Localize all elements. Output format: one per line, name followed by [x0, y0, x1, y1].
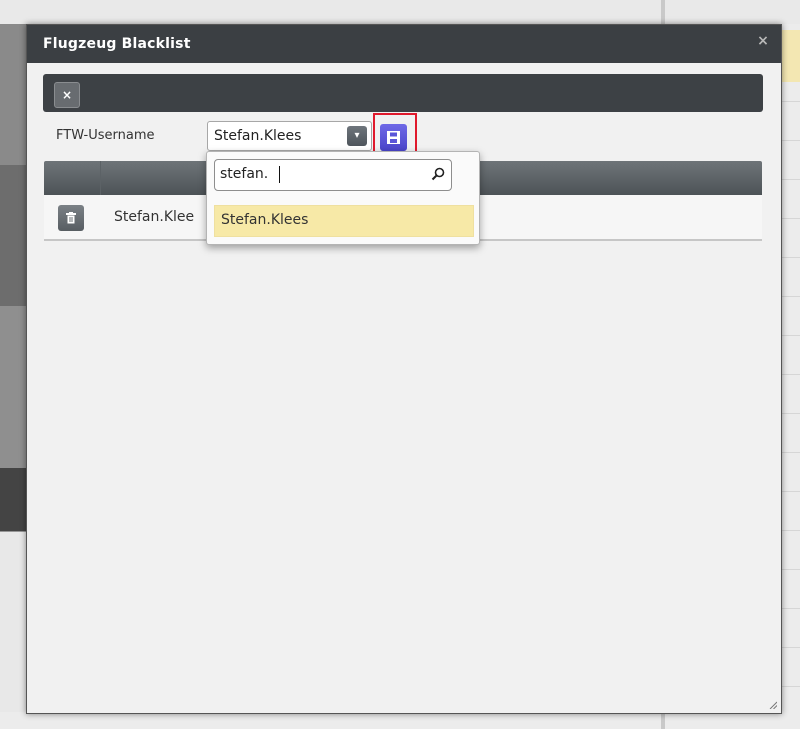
- search-icon: [431, 167, 445, 181]
- username-select-value: Stefan.Klees: [214, 128, 302, 144]
- username-select[interactable]: Stefan.Klees ▾: [207, 121, 372, 151]
- toolbar-close-button[interactable]: ×: [54, 82, 80, 108]
- dropdown-search-box[interactable]: [214, 159, 452, 191]
- background-app-top: [0, 0, 800, 24]
- delete-button[interactable]: [58, 205, 84, 231]
- blacklist-dialog: Flugzeug Blacklist × × FTW-Username Stef…: [26, 24, 782, 714]
- toolbar: ×: [43, 74, 763, 112]
- background-app-bottom: [0, 712, 800, 729]
- dialog-titlebar[interactable]: Flugzeug Blacklist ×: [27, 25, 781, 63]
- dropdown-option-label: Stefan.Klees: [221, 212, 309, 228]
- dialog-close-button[interactable]: ×: [755, 33, 771, 49]
- dialog-title: Flugzeug Blacklist: [43, 36, 191, 52]
- dropdown-search-input[interactable]: [220, 160, 425, 188]
- background-highlight: [780, 30, 800, 82]
- grid-header-divider: [100, 161, 101, 195]
- username-dropdown: Stefan.Klees: [206, 151, 480, 245]
- trash-icon: [66, 212, 76, 224]
- save-icon: [387, 131, 400, 144]
- dropdown-option[interactable]: Stefan.Klees: [214, 205, 474, 237]
- background-divider: [661, 712, 665, 729]
- background-divider: [661, 0, 665, 24]
- save-button[interactable]: [380, 124, 407, 151]
- username-label: FTW-Username: [56, 128, 155, 143]
- resize-grip-icon[interactable]: [769, 701, 777, 709]
- chevron-down-icon[interactable]: ▾: [347, 126, 367, 146]
- background-app-right: [780, 24, 800, 729]
- background-app-left: [0, 24, 28, 729]
- username-cell: Stefan.Klee: [114, 209, 195, 225]
- text-cursor: [279, 166, 280, 183]
